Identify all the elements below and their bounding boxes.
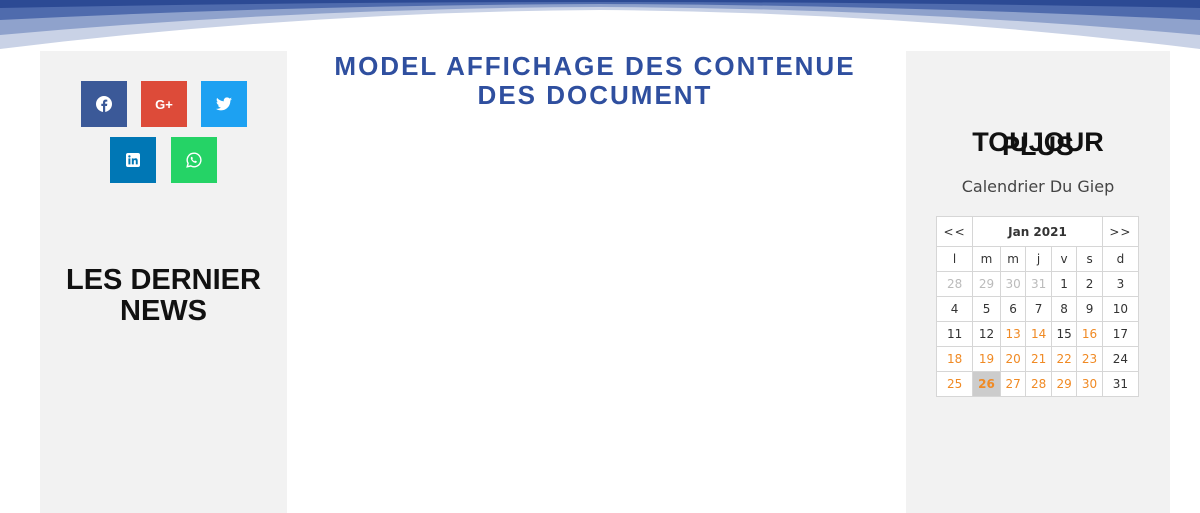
calendar-label: Calendrier Du Giep bbox=[961, 177, 1115, 196]
calendar-day[interactable]: 30 bbox=[999, 271, 1027, 297]
calendar-day[interactable]: 27 bbox=[999, 371, 1027, 397]
calendar-day[interactable]: 11 bbox=[935, 321, 974, 347]
calendar-day[interactable]: 13 bbox=[999, 321, 1027, 347]
twitter-share-button[interactable] bbox=[201, 81, 247, 127]
google-plus-icon: G+ bbox=[155, 96, 173, 112]
weekday-label: m bbox=[972, 246, 1001, 272]
calendar-day[interactable]: 6 bbox=[999, 296, 1027, 322]
calendar-day[interactable]: 18 bbox=[935, 346, 974, 372]
calendar-day[interactable]: 20 bbox=[999, 346, 1027, 372]
calendar-day[interactable]: 28 bbox=[935, 271, 974, 297]
calendar-day[interactable]: 15 bbox=[1050, 321, 1078, 347]
linkedin-share-button[interactable] bbox=[110, 137, 156, 183]
calendar-day[interactable]: 31 bbox=[1101, 371, 1140, 397]
calendar-day[interactable]: 19 bbox=[972, 346, 1001, 372]
calendar-day[interactable]: 16 bbox=[1076, 321, 1103, 347]
calendar-day[interactable]: 22 bbox=[1050, 346, 1078, 372]
calendar-day[interactable]: 5 bbox=[972, 296, 1001, 322]
calendar-day[interactable]: 31 bbox=[1025, 271, 1052, 297]
linkedin-icon bbox=[126, 153, 140, 167]
calendar-prev-button[interactable]: << bbox=[935, 216, 974, 247]
calendar-day[interactable]: 3 bbox=[1101, 271, 1140, 297]
calendar-week-row: 28 29 30 31 1 2 3 bbox=[935, 271, 1140, 297]
weekday-label: m bbox=[999, 246, 1027, 272]
calendar-day[interactable]: 25 bbox=[935, 371, 974, 397]
calendar-day[interactable]: 4 bbox=[935, 296, 974, 322]
calendar-day[interactable]: 21 bbox=[1025, 346, 1052, 372]
right-sidebar: TOUJOUR PLUS Calendrier Du Giep << Jan 2… bbox=[906, 51, 1170, 513]
calendar-day[interactable]: 10 bbox=[1101, 296, 1140, 322]
calendar-day[interactable]: 23 bbox=[1076, 346, 1103, 372]
calendar-day[interactable]: 24 bbox=[1101, 346, 1140, 372]
calendar-day[interactable]: 30 bbox=[1076, 371, 1103, 397]
calendar-weekday-row: l m m j v s d bbox=[935, 246, 1140, 272]
calendar-day[interactable]: 1 bbox=[1050, 271, 1078, 297]
overlap-heading-text-2: PLUS bbox=[1001, 131, 1074, 161]
calendar-day[interactable]: 7 bbox=[1025, 296, 1052, 322]
weekday-label: s bbox=[1076, 246, 1103, 272]
calendar-day[interactable]: 17 bbox=[1101, 321, 1140, 347]
calendar-day[interactable]: 29 bbox=[1050, 371, 1078, 397]
calendar: << Jan 2021 >> l m m j v s d 28 29 30 31… bbox=[935, 216, 1140, 397]
header-wave-banner bbox=[0, 0, 1200, 49]
latest-news-heading: LES DERNIER NEWS bbox=[66, 264, 261, 327]
whatsapp-icon bbox=[186, 152, 202, 168]
calendar-day[interactable]: 8 bbox=[1050, 296, 1078, 322]
page-title: MODEL AFFICHAGE DES CONTENUE DES DOCUMEN… bbox=[334, 51, 856, 110]
calendar-day[interactable]: 2 bbox=[1076, 271, 1103, 297]
calendar-day-today[interactable]: 26 bbox=[972, 371, 1001, 397]
facebook-icon bbox=[96, 96, 112, 112]
weekday-label: v bbox=[1050, 246, 1078, 272]
weekday-label: l bbox=[935, 246, 974, 272]
weekday-label: d bbox=[1101, 246, 1140, 272]
calendar-week-row: 11 12 13 14 15 16 17 bbox=[935, 321, 1140, 347]
calendar-day[interactable]: 28 bbox=[1025, 371, 1052, 397]
calendar-week-row: 4 5 6 7 8 9 10 bbox=[935, 296, 1140, 322]
facebook-share-button[interactable] bbox=[81, 81, 127, 127]
left-sidebar: G+ LES DERNIER NEWS bbox=[40, 51, 287, 513]
overlapping-heading: TOUJOUR PLUS bbox=[906, 127, 1170, 167]
calendar-day[interactable]: 14 bbox=[1025, 321, 1052, 347]
twitter-icon bbox=[216, 97, 232, 111]
weekday-label: j bbox=[1025, 246, 1052, 272]
whatsapp-share-button[interactable] bbox=[171, 137, 217, 183]
calendar-day[interactable]: 12 bbox=[972, 321, 1001, 347]
google-plus-share-button[interactable]: G+ bbox=[141, 81, 187, 127]
calendar-month-label: Jan 2021 bbox=[972, 216, 1103, 247]
calendar-day[interactable]: 9 bbox=[1076, 296, 1103, 322]
calendar-week-row: 25 26 27 28 29 30 31 bbox=[935, 371, 1140, 397]
calendar-week-row: 18 19 20 21 22 23 24 bbox=[935, 346, 1140, 372]
calendar-day[interactable]: 29 bbox=[972, 271, 1001, 297]
calendar-next-button[interactable]: >> bbox=[1101, 216, 1140, 247]
